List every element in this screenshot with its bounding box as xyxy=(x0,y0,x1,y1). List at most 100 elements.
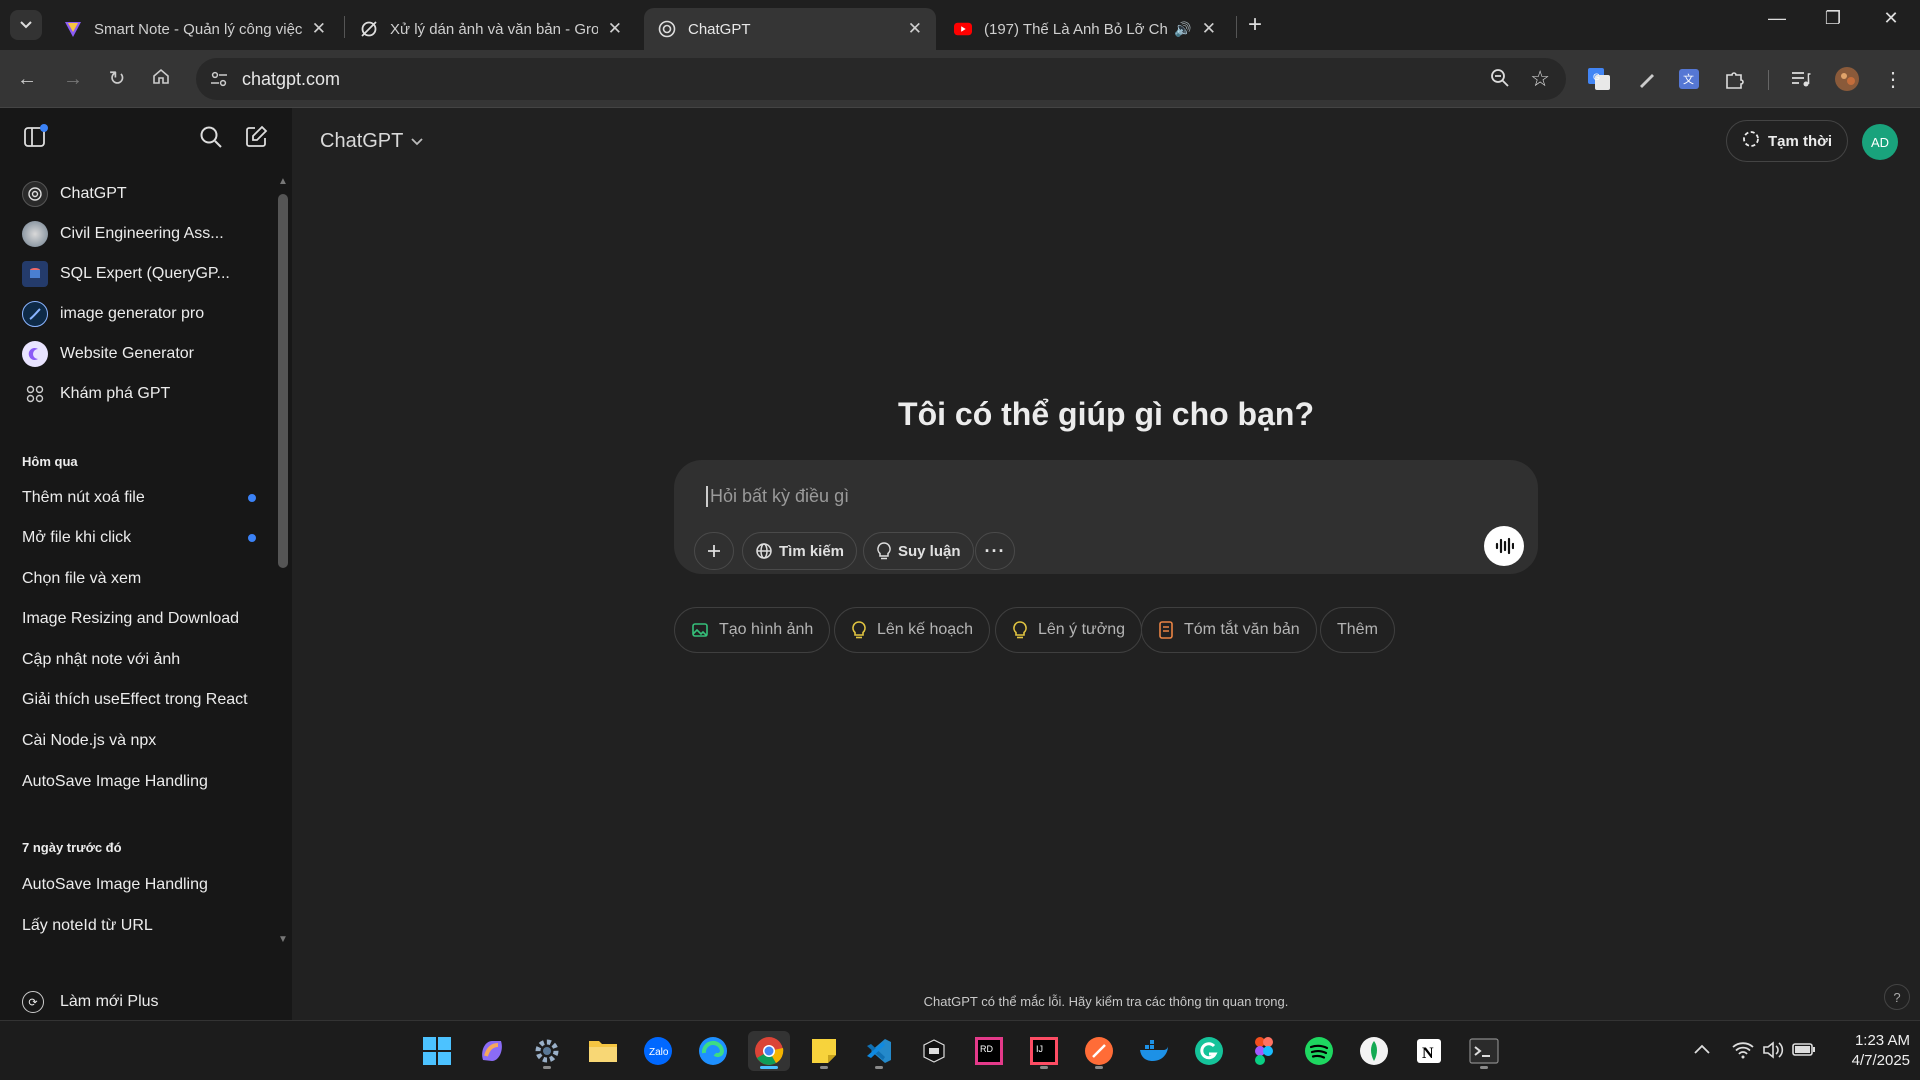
suggestion-brainstorm[interactable]: Lên ý tưởng xyxy=(995,607,1143,653)
suggestion-more[interactable]: Thêm xyxy=(1320,607,1395,653)
tab-close-icon[interactable]: ✕ xyxy=(1202,19,1216,39)
close-window-button[interactable]: ✕ xyxy=(1876,8,1906,29)
rider-icon[interactable]: RD xyxy=(968,1031,1010,1071)
terminal-icon[interactable] xyxy=(1463,1031,1505,1071)
pen-extension-icon[interactable] xyxy=(1634,66,1660,92)
tab-search-button[interactable] xyxy=(10,10,42,40)
mongodb-compass-icon[interactable] xyxy=(1353,1031,1395,1071)
search-icon[interactable] xyxy=(196,122,226,152)
gpt-item-image-generator[interactable]: image generator pro xyxy=(22,296,262,332)
address-bar[interactable]: chatgpt.com ☆ xyxy=(196,58,1566,100)
chat-title: Mở file khi click xyxy=(22,529,132,546)
volume-icon[interactable] xyxy=(1762,1041,1784,1064)
zalo-icon[interactable]: Zalo xyxy=(637,1031,679,1071)
system-clock[interactable]: 1:23 AM 4/7/2025 xyxy=(1820,1031,1910,1071)
gpt-item-explore[interactable]: Khám phá GPT xyxy=(22,376,262,412)
file-explorer-icon[interactable] xyxy=(582,1031,624,1071)
tab-close-icon[interactable]: ✕ xyxy=(312,19,326,39)
new-tab-button[interactable]: + xyxy=(1248,10,1262,40)
grammarly-icon[interactable] xyxy=(1188,1031,1230,1071)
scroll-up-arrow[interactable]: ▲ xyxy=(278,176,288,187)
gpt-item-website-generator[interactable]: Website Generator xyxy=(22,336,262,372)
extensions-puzzle-icon[interactable] xyxy=(1722,66,1748,92)
running-indicator xyxy=(543,1066,551,1069)
scroll-down-arrow[interactable]: ▼ xyxy=(278,934,288,945)
gpt-item-civil-engineering[interactable]: Civil Engineering Ass... xyxy=(22,216,262,252)
spotify-icon[interactable] xyxy=(1298,1031,1340,1071)
suggestion-create-image[interactable]: Tạo hình ảnh xyxy=(674,607,831,653)
restore-button[interactable]: ❐ xyxy=(1818,8,1848,29)
copilot-icon[interactable] xyxy=(471,1031,513,1071)
gpt-item-chatgpt[interactable]: ChatGPT xyxy=(22,176,262,212)
browser-tab[interactable]: Xử lý dán ảnh và văn bản - Grok ✕ xyxy=(346,8,636,50)
model-selector[interactable]: ChatGPT xyxy=(320,130,423,153)
lightbulb-icon xyxy=(1012,621,1028,639)
running-indicator xyxy=(760,1066,778,1069)
forward-button[interactable]: → xyxy=(58,64,88,94)
vscode-icon[interactable] xyxy=(858,1031,900,1071)
sticky-notes-icon[interactable] xyxy=(803,1031,845,1071)
notion-icon[interactable]: N xyxy=(1408,1031,1450,1071)
help-button[interactable]: ? xyxy=(1884,984,1910,1010)
windows-start-icon[interactable] xyxy=(416,1031,458,1071)
translate-extension-icon[interactable]: 文 xyxy=(1676,66,1702,92)
reason-toggle-button[interactable]: Suy luận xyxy=(863,532,974,570)
settings-gear-icon[interactable] xyxy=(526,1031,568,1071)
bookmark-star-icon[interactable]: ☆ xyxy=(1530,66,1550,92)
site-info-icon[interactable] xyxy=(206,66,232,92)
suggestion-summarize[interactable]: Tóm tắt văn bản xyxy=(1141,607,1317,653)
chat-history-item[interactable]: AutoSave Image Handling xyxy=(22,870,262,900)
speaker-icon[interactable]: 🔊 xyxy=(1174,21,1191,38)
chat-history-item[interactable]: Chọn file và xem xyxy=(22,564,262,594)
reload-button[interactable]: ↻ xyxy=(102,64,132,94)
chat-history-item[interactable]: AutoSave Image Handling xyxy=(22,767,262,797)
new-chat-icon[interactable] xyxy=(241,122,271,152)
docker-icon[interactable] xyxy=(1133,1031,1175,1071)
prompt-composer[interactable]: Hỏi bất kỳ điều gì Tìm kiếm Suy luận ··· xyxy=(674,460,1538,574)
battery-icon[interactable] xyxy=(1792,1041,1816,1062)
browser-tab[interactable]: Smart Note - Quản lý công việc ✕ xyxy=(50,8,340,50)
tab-close-icon[interactable]: ✕ xyxy=(908,19,922,39)
zoom-icon[interactable] xyxy=(1490,68,1510,93)
toggle-sidebar-icon[interactable] xyxy=(20,122,50,152)
dashed-circle-icon xyxy=(1742,130,1760,152)
prompt-input[interactable]: Hỏi bất kỳ điều gì xyxy=(706,486,849,507)
media-control-icon[interactable] xyxy=(1788,66,1814,92)
voice-mode-button[interactable] xyxy=(1484,526,1524,566)
profile-avatar[interactable] xyxy=(1834,66,1860,92)
chat-history-item[interactable]: Cập nhật note với ảnh xyxy=(22,645,262,675)
chat-history-item[interactable]: Cài Node.js và npx xyxy=(22,726,262,756)
intellij-icon[interactable]: IJ xyxy=(1023,1031,1065,1071)
attach-button[interactable] xyxy=(694,532,734,570)
figma-icon[interactable] xyxy=(1243,1031,1285,1071)
home-button[interactable] xyxy=(146,64,176,94)
upgrade-plus-button[interactable]: ⟳ Làm mới Plus xyxy=(22,982,159,1022)
edge-icon[interactable] xyxy=(692,1031,734,1071)
browser-menu-icon[interactable]: ⋮ xyxy=(1880,66,1906,92)
temporary-chat-button[interactable]: Tạm thời xyxy=(1726,120,1848,162)
tab-close-icon[interactable]: ✕ xyxy=(608,19,622,39)
disclaimer-text: ChatGPT có thể mắc lỗi. Hãy kiểm tra các… xyxy=(923,994,1289,1009)
chat-history-item[interactable]: Lấy noteId từ URL xyxy=(22,911,262,941)
back-button[interactable]: ← xyxy=(12,64,42,94)
box-app-icon[interactable] xyxy=(913,1031,955,1071)
sidebar-scrollbar[interactable] xyxy=(278,194,288,568)
show-hidden-icons-chevron-icon[interactable] xyxy=(1694,1041,1710,1059)
user-avatar[interactable]: AD xyxy=(1862,124,1898,160)
minimize-button[interactable]: — xyxy=(1762,8,1792,29)
chrome-icon[interactable] xyxy=(748,1031,790,1071)
postman-icon[interactable] xyxy=(1078,1031,1120,1071)
url-text[interactable]: chatgpt.com xyxy=(242,69,340,90)
google-translate-icon[interactable]: G xyxy=(1586,66,1612,92)
chat-history-item[interactable]: Giải thích useEffect trong React xyxy=(22,685,262,715)
more-tools-button[interactable]: ··· xyxy=(975,532,1015,570)
gpt-item-sql-expert[interactable]: SQL Expert (QueryGP... xyxy=(22,256,262,292)
search-toggle-button[interactable]: Tìm kiếm xyxy=(742,532,858,570)
wifi-icon[interactable] xyxy=(1732,1041,1754,1064)
chat-history-item[interactable]: Image Resizing and Download xyxy=(22,604,262,634)
chat-history-item[interactable]: Thêm nút xoá file xyxy=(22,483,262,513)
chat-history-item[interactable]: Mở file khi click xyxy=(22,523,262,553)
browser-tab[interactable]: (197) Thế Là Anh Bỏ Lỡ Chuyện 🔊 ✕ xyxy=(940,8,1230,50)
suggestion-plan[interactable]: Lên kế hoạch xyxy=(834,607,991,653)
browser-tab-active[interactable]: ChatGPT ✕ xyxy=(644,8,936,50)
